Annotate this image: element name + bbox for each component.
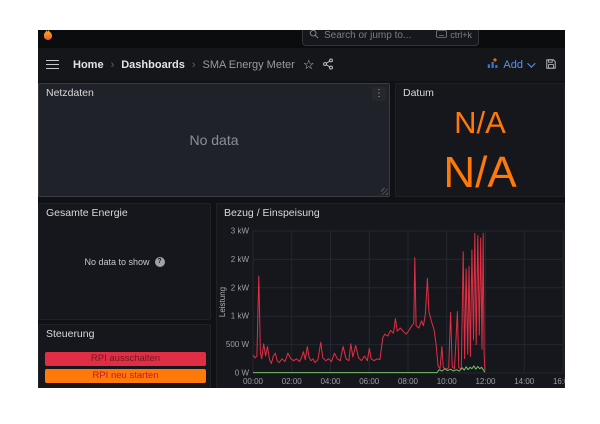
add-panel-icon [487, 58, 499, 72]
dashboard-canvas: Netzdaten ⋮ No data Datum N/A N/A Gesamt… [38, 81, 565, 388]
rpi-shutdown-button[interactable]: RPI ausschalten [45, 352, 206, 366]
stat-value-bottom: N/A [396, 148, 564, 198]
svg-text:06:00: 06:00 [359, 377, 380, 386]
breadcrumb-separator: › [192, 59, 196, 71]
search-icon [309, 30, 319, 44]
svg-text:04:00: 04:00 [320, 377, 341, 386]
no-data-message: No data [39, 84, 389, 196]
panel-steuerung: Steuerung RPI ausschalten RPI neu starte… [38, 324, 211, 388]
timeseries-chart[interactable]: 3 kW2 kW2 kW1 kW500 W0 W00:0002:0004:000… [217, 204, 565, 388]
chevron-down-icon [527, 59, 535, 67]
no-data-to-show-message: No data to show [84, 257, 149, 267]
breadcrumb-dashboards[interactable]: Dashboards [121, 59, 185, 71]
search-field[interactable] [324, 30, 431, 41]
favorite-star-icon[interactable]: ☆ [303, 58, 315, 71]
panel-gesamte-energie: Gesamte Energie No data to show ? [38, 203, 211, 320]
svg-text:02:00: 02:00 [282, 377, 303, 386]
grafana-app: ctrl+k Home › Dashboards › SMA Energy Me… [38, 30, 565, 388]
rpi-restart-button[interactable]: RPI neu starten [45, 369, 206, 383]
top-header: ctrl+k [38, 30, 565, 48]
menu-toggle-icon[interactable] [46, 60, 59, 69]
control-buttons: RPI ausschalten RPI neu starten [45, 352, 206, 383]
svg-text:12:00: 12:00 [475, 377, 496, 386]
panel-datum: Datum N/A N/A [395, 83, 565, 197]
svg-text:14:00: 14:00 [514, 377, 535, 386]
panel-resize-handle[interactable] [381, 188, 388, 195]
panel-bezug-einspeisung: 3 kW2 kW2 kW1 kW500 W0 W00:0002:0004:000… [216, 203, 565, 388]
stat-value-top: N/A [396, 98, 564, 148]
svg-text:Leistung: Leistung [218, 287, 227, 317]
svg-text:08:00: 08:00 [398, 377, 419, 386]
svg-text:00:00: 00:00 [243, 377, 264, 386]
page-background: ctrl+k Home › Dashboards › SMA Energy Me… [0, 0, 600, 424]
svg-text:16:00: 16:00 [553, 377, 565, 386]
help-icon[interactable]: ? [155, 257, 165, 267]
panel-bezug-einspeisung-title[interactable]: Bezug / Einspeisung [217, 204, 564, 220]
grafana-logo-icon[interactable] [41, 30, 55, 45]
svg-text:3 kW: 3 kW [231, 227, 250, 236]
svg-text:500 W: 500 W [226, 340, 250, 349]
panel-netzdaten: Netzdaten ⋮ No data [38, 83, 390, 197]
breadcrumb: Home › Dashboards › SMA Energy Meter [73, 59, 295, 71]
share-icon[interactable] [322, 58, 334, 72]
breadcrumb-current-dashboard: SMA Energy Meter [202, 59, 294, 71]
save-dashboard-icon[interactable] [545, 58, 557, 72]
breadcrumb-separator: › [111, 59, 115, 71]
search-input[interactable]: ctrl+k [302, 30, 479, 46]
svg-text:2 kW: 2 kW [231, 283, 250, 292]
keyboard-icon [436, 30, 447, 40]
svg-text:2 kW: 2 kW [231, 255, 250, 264]
nav-toolbar: Home › Dashboards › SMA Energy Meter ☆ A… [38, 48, 565, 81]
svg-text:10:00: 10:00 [437, 377, 458, 386]
add-button[interactable]: Add [487, 58, 533, 72]
stat-values: N/A N/A [396, 98, 564, 198]
search-shortcut-badge: ctrl+k [436, 30, 472, 40]
panel-steuerung-title[interactable]: Steuerung [39, 325, 210, 341]
svg-text:1 kW: 1 kW [231, 312, 250, 321]
breadcrumb-home[interactable]: Home [73, 59, 104, 71]
